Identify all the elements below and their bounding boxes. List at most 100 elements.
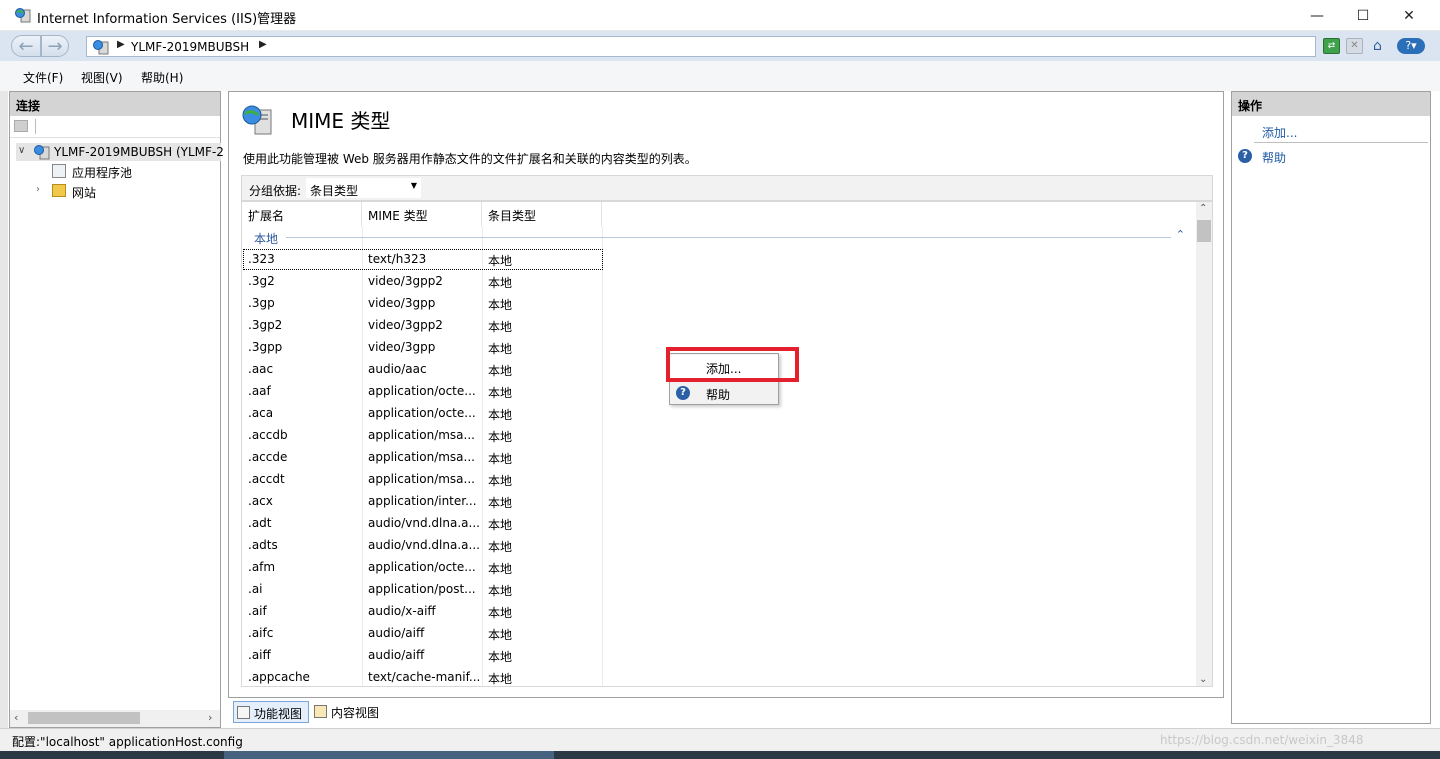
cell-mime: video/3gpp bbox=[368, 340, 436, 354]
table-row[interactable]: .afm application/octe... 本地 bbox=[242, 556, 1197, 578]
group-header-local[interactable]: 本地 ⌃ bbox=[242, 226, 1197, 248]
help-icon: ? bbox=[676, 386, 690, 400]
scroll-left-icon[interactable]: ‹ bbox=[14, 711, 18, 724]
tree-app-pools-label: 应用程序池 bbox=[72, 166, 133, 180]
cell-mime: application/msa... bbox=[368, 450, 475, 464]
context-help-label: 帮助 bbox=[706, 388, 731, 402]
table-row[interactable]: .accdb application/msa... 本地 bbox=[242, 424, 1197, 446]
content-view-icon bbox=[314, 705, 327, 718]
cell-mime: text/h323 bbox=[368, 252, 427, 266]
connections-hscrollbar[interactable]: ‹ › bbox=[10, 710, 220, 727]
refresh-icon[interactable]: ⇄ bbox=[1323, 38, 1340, 54]
table-row[interactable]: .accde application/msa... 本地 bbox=[242, 446, 1197, 468]
stop-icon[interactable]: ✕ bbox=[1346, 38, 1363, 54]
cell-type: 本地 bbox=[488, 276, 513, 290]
chevron-down-icon[interactable]: ∨ bbox=[18, 145, 25, 156]
back-button[interactable]: ← bbox=[11, 35, 41, 57]
status-bar: 配置:"localhost" applicationHost.config ht… bbox=[0, 728, 1440, 751]
cell-mime: audio/aiff bbox=[368, 648, 425, 662]
tab-features-view[interactable]: 功能视图 bbox=[233, 701, 309, 723]
table-row[interactable]: .adt audio/vnd.dlna.a... 本地 bbox=[242, 512, 1197, 534]
taskbar-segment bbox=[224, 751, 554, 759]
cell-mime: audio/vnd.dlna.a... bbox=[368, 516, 480, 530]
column-header-entry-type[interactable]: 条目类型 bbox=[482, 202, 602, 226]
address-bar: ← → ▶ YLMF-2019MBUBSH ▶ ⇄ ✕ ⌂ ?▾ bbox=[0, 31, 1440, 61]
table-row[interactable]: .aiff audio/aiff 本地 bbox=[242, 644, 1197, 666]
menu-file[interactable]: 文件(F) bbox=[23, 69, 63, 86]
scroll-thumb[interactable] bbox=[1197, 220, 1211, 242]
window-edge bbox=[0, 91, 8, 728]
action-add-link[interactable]: 添加... bbox=[1262, 124, 1297, 141]
mime-types-grid[interactable]: ^ 扩展名 MIME 类型 条目类型 本地 ⌃ .323 text/h323 本地 … bbox=[241, 201, 1213, 687]
cell-type: 本地 bbox=[488, 408, 513, 422]
mime-rows: .323 text/h323 本地 .3g2 video/3gpp2 本地 .3gp vi… bbox=[242, 248, 1197, 686]
help-dropdown-icon[interactable]: ?▾ bbox=[1397, 38, 1425, 54]
cell-mime: audio/aiff bbox=[368, 626, 425, 640]
connect-icon[interactable] bbox=[14, 120, 28, 132]
menu-help[interactable]: 帮助(H) bbox=[141, 69, 183, 86]
folder-icon bbox=[52, 184, 66, 197]
cell-extension: .appcache bbox=[248, 670, 310, 684]
collapse-group-icon[interactable]: ⌃ bbox=[1176, 228, 1185, 241]
cell-extension: .3gpp bbox=[248, 340, 283, 354]
minimize-button[interactable]: — bbox=[1294, 0, 1340, 31]
chevron-right-icon[interactable]: › bbox=[36, 184, 40, 195]
group-label: 本地 bbox=[254, 230, 283, 247]
back-arrow-icon: ← bbox=[18, 35, 34, 57]
group-by-select[interactable]: 条目类型 ▼ bbox=[306, 178, 421, 198]
table-row[interactable]: .appcache text/cache-manif... 本地 bbox=[242, 666, 1197, 686]
table-row[interactable]: .aifc audio/aiff 本地 bbox=[242, 622, 1197, 644]
scroll-down-icon[interactable]: ⌄ bbox=[1199, 674, 1207, 685]
tab-content-view[interactable]: 内容视图 bbox=[311, 701, 387, 723]
table-row[interactable]: .3gp2 video/3gpp2 本地 bbox=[242, 314, 1197, 336]
scroll-up-icon[interactable]: ⌃ bbox=[1199, 203, 1207, 214]
server-icon bbox=[93, 40, 109, 55]
watermark: https://blog.csdn.net/weixin_3848 bbox=[1160, 733, 1364, 747]
cell-mime: application/post... bbox=[368, 582, 476, 596]
breadcrumb-server[interactable]: YLMF-2019MBUBSH bbox=[131, 40, 249, 54]
dropdown-arrow-icon[interactable]: ▼ bbox=[411, 181, 417, 190]
table-row[interactable]: .3g2 video/3gpp2 本地 bbox=[242, 270, 1197, 292]
forward-button[interactable]: → bbox=[41, 35, 69, 57]
column-header-label: MIME 类型 bbox=[368, 209, 428, 223]
cell-mime: audio/aac bbox=[368, 362, 427, 376]
column-header-mime-type[interactable]: MIME 类型 bbox=[362, 202, 482, 226]
table-row[interactable]: .323 text/h323 本地 bbox=[242, 248, 1197, 270]
menu-view[interactable]: 视图(V) bbox=[81, 69, 123, 86]
cell-mime: application/inter... bbox=[368, 494, 477, 508]
table-row[interactable]: .accdt application/msa... 本地 bbox=[242, 468, 1197, 490]
table-row[interactable]: .aca application/octe... 本地 bbox=[242, 402, 1197, 424]
cell-type: 本地 bbox=[488, 562, 513, 576]
column-header-extension[interactable]: ^ 扩展名 bbox=[242, 202, 362, 226]
cell-mime: video/3gpp2 bbox=[368, 274, 443, 288]
tree-server-node[interactable]: ∨ YLMF-2019MBUBSH (YLMF-2 bbox=[16, 143, 224, 161]
features-view-icon bbox=[237, 706, 250, 719]
column-header-label: 扩展名 bbox=[248, 209, 285, 223]
context-menu-help[interactable]: ? 帮助 bbox=[670, 381, 778, 405]
scroll-thumb[interactable] bbox=[28, 712, 140, 724]
tree-server-label: YLMF-2019MBUBSH (YLMF-2 bbox=[54, 145, 224, 159]
cell-mime: application/msa... bbox=[368, 472, 475, 486]
table-row[interactable]: .ai application/post... 本地 bbox=[242, 578, 1197, 600]
breadcrumb-separator-icon[interactable]: ▶ bbox=[259, 39, 267, 50]
table-row[interactable]: .adts audio/vnd.dlna.a... 本地 bbox=[242, 534, 1197, 556]
table-row[interactable]: .3gp video/3gpp 本地 bbox=[242, 292, 1197, 314]
scroll-right-icon[interactable]: › bbox=[208, 711, 212, 724]
grid-vscrollbar[interactable]: ⌃ ⌄ bbox=[1196, 202, 1212, 686]
action-help-link[interactable]: 帮助 bbox=[1262, 149, 1286, 166]
table-row[interactable]: .aif audio/x-aiff 本地 bbox=[242, 600, 1197, 622]
breadcrumb[interactable]: ▶ YLMF-2019MBUBSH ▶ bbox=[86, 36, 1316, 57]
cell-type: 本地 bbox=[488, 298, 513, 312]
status-text: 配置:"localhost" applicationHost.config bbox=[12, 735, 243, 749]
cell-mime: text/cache-manif... bbox=[368, 670, 481, 684]
cell-mime: audio/vnd.dlna.a... bbox=[368, 538, 480, 552]
cell-type: 本地 bbox=[488, 518, 513, 532]
table-row[interactable]: .acx application/inter... 本地 bbox=[242, 490, 1197, 512]
home-icon[interactable]: ⌂ bbox=[1369, 38, 1386, 54]
cell-type: 本地 bbox=[488, 254, 513, 268]
cell-mime: application/octe... bbox=[368, 560, 476, 574]
close-button[interactable]: ✕ bbox=[1386, 0, 1432, 31]
cell-extension: .aaf bbox=[248, 384, 271, 398]
breadcrumb-separator-icon[interactable]: ▶ bbox=[117, 39, 125, 50]
maximize-button[interactable]: ☐ bbox=[1340, 0, 1386, 31]
